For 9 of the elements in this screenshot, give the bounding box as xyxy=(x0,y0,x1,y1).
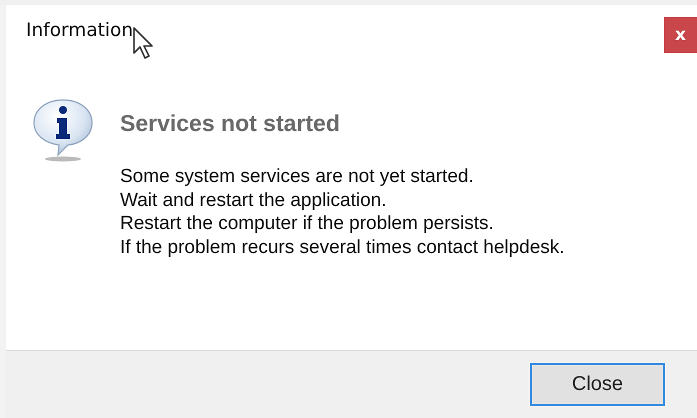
close-dialog-button[interactable]: Close xyxy=(530,363,665,406)
message-heading: Services not started xyxy=(120,110,341,137)
message-text: Wait and restart the application. xyxy=(120,188,388,212)
message-text: Restart the computer if the problem persists. xyxy=(120,212,495,236)
titlebar-x-button[interactable]: x xyxy=(664,17,697,53)
window-title: Information xyxy=(26,20,134,41)
message-text: If the problem recurs several times contact helpdesk. xyxy=(120,236,565,259)
mouse-pointer-icon xyxy=(133,27,155,61)
message-text: Some system services are not yet started. xyxy=(120,165,475,188)
